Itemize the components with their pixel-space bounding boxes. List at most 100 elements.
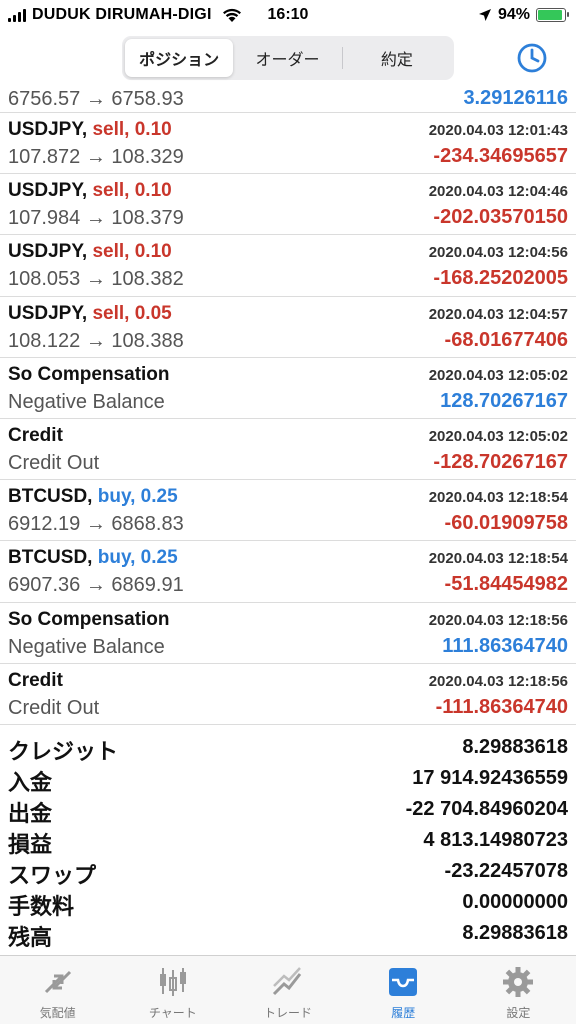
side-volume-label: sell, 0.10 — [92, 119, 172, 140]
tab-trade[interactable]: トレード — [230, 956, 345, 1024]
segment-positions[interactable]: ポジション — [125, 39, 234, 77]
list-item[interactable]: So Compensation 2020.04.03 12:18:56 Negat… — [0, 603, 576, 664]
list-item[interactable]: Credit 2020.04.03 12:18:56 Credit Out -111… — [0, 664, 576, 725]
item-title: BTCUSD, buy, 0.25 — [8, 486, 178, 508]
tab-chart[interactable]: チャート — [115, 956, 230, 1024]
item-detail: Credit Out — [8, 696, 100, 719]
profit-value: 111.86364740 — [442, 634, 568, 657]
profit-value: -234.34695657 — [433, 145, 568, 167]
profit-value: -168.25202005 — [433, 267, 568, 290]
item-detail: Credit Out — [8, 451, 100, 474]
list-item[interactable]: So Compensation 2020.04.03 12:05:02 Negat… — [0, 358, 576, 419]
list-item[interactable]: Credit 2020.04.03 12:05:02 Credit Out -128… — [0, 419, 576, 481]
timestamp: 2020.04.03 12:18:56 — [428, 672, 568, 690]
tab-quotes[interactable]: 気配値 — [0, 956, 115, 1024]
timestamp: 2020.04.03 12:05:02 — [428, 366, 568, 384]
item-title: USDJPY, sell, 0.05 — [8, 303, 172, 325]
item-title: BTCUSD, buy, 0.25 — [8, 547, 178, 569]
list-item[interactable]: USDJPY, sell, 0.10 2020.04.03 12:04:56 108… — [0, 235, 576, 297]
item-detail: 108.122 → 108.388 — [8, 329, 184, 352]
history-icon — [389, 968, 418, 996]
list-item[interactable]: BTCUSD, buy, 0.25 2020.04.03 12:18:54 6907… — [0, 541, 576, 603]
chart-icon — [159, 968, 186, 996]
list-item[interactable]: 6756.57 → 6758.93 3.29126116 — [0, 87, 576, 113]
summary-row: スワップ -23.22457078 — [0, 856, 576, 888]
summary-label: スワップ — [8, 863, 97, 888]
summary-value: 0.00000000 — [462, 891, 568, 913]
list-item[interactable]: BTCUSD, buy, 0.25 2020.04.03 12:18:54 6912… — [0, 480, 576, 542]
summary-row: 残高 8.29883618 — [0, 918, 576, 950]
symbol-label: So Compensation — [8, 363, 170, 385]
quotes-icon — [44, 970, 71, 994]
item-title: So Compensation — [8, 609, 170, 631]
settings-icon — [503, 967, 534, 997]
segment-deals[interactable]: 約定 — [343, 39, 451, 77]
profit-value: -202.03570150 — [433, 206, 568, 229]
timestamp: 2020.04.03 12:01:43 — [428, 122, 568, 139]
status-bar: DUDUK DIRUMAH-DIGI 16:10 94% — [0, 0, 576, 30]
symbol-label: Credit — [8, 669, 63, 691]
item-title: Credit — [8, 670, 63, 692]
symbol-label: BTCUSD, — [8, 547, 93, 569]
item-detail: 107.872 → 108.329 — [8, 146, 184, 168]
timestamp: 2020.04.03 12:04:56 — [428, 244, 568, 262]
summary-value: 4 813.14980723 — [423, 829, 568, 851]
summary-label: 入金 — [8, 770, 53, 795]
timestamp: 2020.04.03 12:04:57 — [428, 305, 568, 323]
segment-orders[interactable]: オーダー — [233, 39, 341, 77]
profit-value: -60.01909758 — [444, 512, 568, 535]
item-detail: 107.984 → 108.379 — [8, 207, 184, 230]
summary-section: クレジット 8.29883618 入金 17 914.92436559 出金 -22 70… — [0, 732, 576, 950]
trade-icon — [272, 967, 302, 996]
symbol-label: BTCUSD, — [8, 486, 93, 508]
side-volume-label: buy, 0.25 — [97, 547, 178, 569]
item-detail: Negative Balance — [8, 390, 165, 413]
profit-value: 128.70267167 — [440, 389, 568, 412]
summary-row: 入金 17 914.92436559 — [0, 763, 576, 795]
profit-value: -128.70267167 — [433, 450, 568, 473]
list-item[interactable]: USDJPY, sell, 0.10 2020.04.03 12:04:46 107… — [0, 174, 576, 236]
tab-label: チャート — [148, 1006, 197, 1020]
summary-label: 出金 — [8, 801, 53, 826]
item-title: Credit — [8, 425, 63, 447]
symbol-label: So Compensation — [8, 608, 170, 630]
item-detail: 6907.36 → 6869.91 — [8, 574, 184, 597]
item-title: USDJPY, sell, 0.10 — [8, 119, 172, 141]
history-list: 6756.57 → 6758.93 3.29126116 USDJPY, sel… — [0, 87, 576, 725]
symbol-label: USDJPY, — [8, 241, 88, 263]
symbol-label: USDJPY, — [8, 302, 88, 324]
summary-value: 8.29883618 — [462, 922, 568, 944]
symbol-label: USDJPY, — [8, 180, 88, 202]
timestamp: 2020.04.03 12:04:46 — [428, 183, 568, 201]
summary-value: -23.22457078 — [444, 860, 568, 882]
profit-value: -51.84454982 — [444, 573, 568, 596]
battery-percent: 94% — [497, 6, 530, 23]
list-item[interactable]: USDJPY, sell, 0.05 2020.04.03 12:04:57 108… — [0, 297, 576, 358]
list-item[interactable]: USDJPY, sell, 0.10 2020.04.03 12:01:43 107… — [0, 113, 576, 175]
profit-value: 3.29126116 — [463, 87, 568, 109]
summary-row: 手数料 0.00000000 — [0, 887, 576, 919]
status-right: 94% — [478, 6, 569, 24]
summary-label: 残高 — [8, 925, 53, 950]
side-volume-label: sell, 0.10 — [92, 241, 172, 263]
side-volume-label: sell, 0.05 — [92, 302, 172, 324]
tab-history[interactable]: 履歴 — [346, 956, 461, 1024]
side-volume-label: sell, 0.10 — [92, 180, 172, 202]
timestamp: 2020.04.03 12:18:54 — [428, 489, 568, 507]
tab-label: トレード — [264, 1006, 313, 1020]
summary-row: 損益 4 813.14980723 — [0, 825, 576, 857]
tab-settings[interactable]: 設定 — [461, 956, 576, 1024]
clock-icon[interactable] — [516, 42, 548, 74]
summary-label: 損益 — [8, 832, 53, 857]
symbol-label: USDJPY, — [8, 119, 88, 140]
summary-label: クレジット — [8, 739, 119, 764]
item-detail: 108.053 → 108.382 — [8, 268, 184, 291]
battery-icon — [536, 8, 569, 22]
item-title: USDJPY, sell, 0.10 — [8, 180, 172, 202]
profit-value: -111.86364740 — [435, 695, 568, 718]
timestamp: 2020.04.03 12:18:56 — [428, 611, 568, 629]
timestamp: 2020.04.03 12:18:54 — [428, 550, 568, 568]
location-arrow-icon — [478, 9, 491, 21]
item-detail: 6912.19 → 6868.83 — [8, 513, 184, 536]
summary-row: クレジット 8.29883618 — [0, 732, 576, 764]
